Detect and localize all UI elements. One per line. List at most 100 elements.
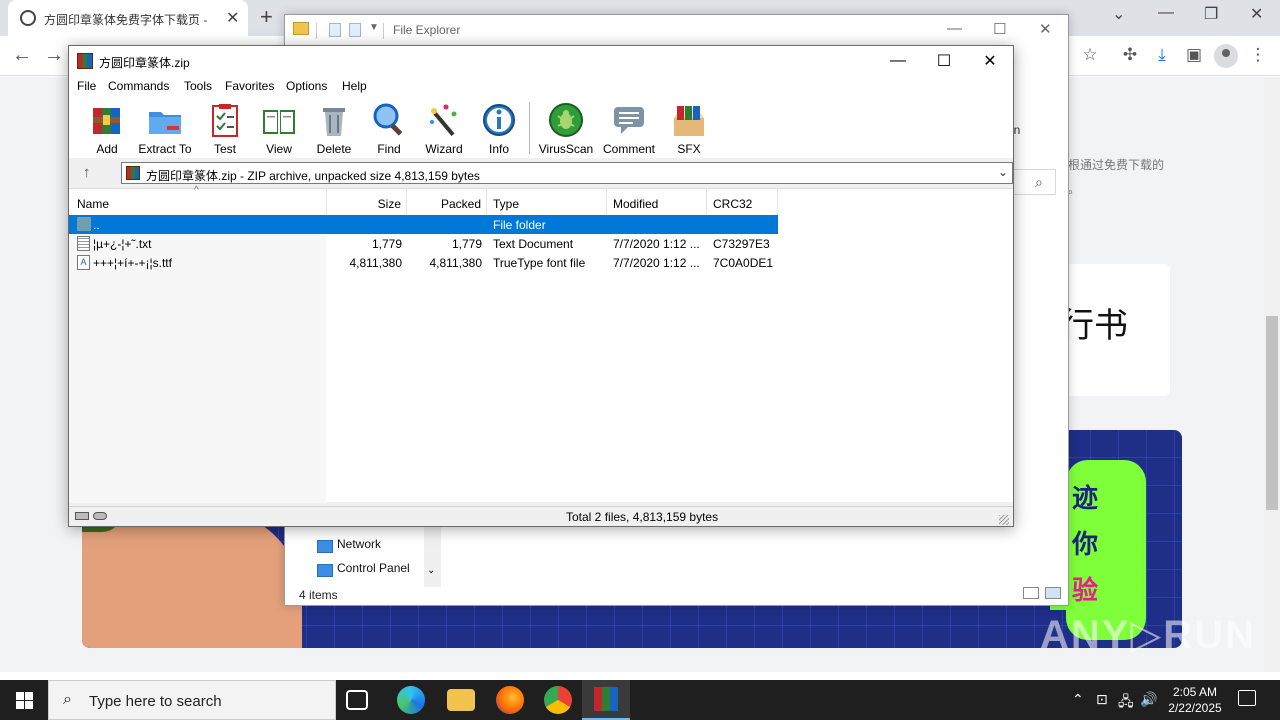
- menu-options[interactable]: Options: [286, 79, 327, 93]
- menu-tools[interactable]: Tools: [184, 79, 212, 93]
- explorer-title: File Explorer: [393, 23, 461, 37]
- page-scrollbar-thumb[interactable]: [1266, 316, 1278, 510]
- close-browser-icon[interactable]: ✕: [1250, 4, 1263, 24]
- notification-center-icon[interactable]: [1238, 690, 1256, 706]
- network-tray-icon[interactable]: 🖧: [1118, 691, 1134, 715]
- sfx-label: SFX: [677, 142, 701, 156]
- profile-avatar[interactable]: [1214, 44, 1238, 68]
- details-view-icon[interactable]: [1023, 587, 1039, 599]
- winrar-close-icon[interactable]: ✕: [967, 46, 1013, 76]
- virusscan-icon: [549, 103, 583, 137]
- file-list[interactable]: ^ Name Size Packed Type Modified CRC32 .…: [69, 185, 1013, 503]
- banner-char-2: 你: [1072, 529, 1099, 559]
- menu-dots-icon[interactable]: ⋮: [1248, 45, 1268, 65]
- table-row[interactable]: A +++¦+í+-+¡¦s.ttf 4,811,380 4,811,380 T…: [69, 253, 778, 272]
- firefox-icon[interactable]: [496, 686, 524, 714]
- page-text-dot: 。: [1068, 182, 1081, 196]
- virusscan-button[interactable]: VirusScan: [536, 100, 596, 156]
- explorer-minimize-icon[interactable]: —: [947, 20, 962, 37]
- new-folder-icon[interactable]: [349, 23, 361, 37]
- windows-logo-icon: [16, 692, 24, 700]
- file-crc32: 7C0A0DE1: [713, 256, 774, 270]
- archive-path-field[interactable]: 方圆印章篆体.zip - ZIP archive, unpacked size …: [121, 162, 1013, 184]
- scroll-down-icon[interactable]: ⌄: [427, 565, 435, 576]
- info-button[interactable]: Info: [469, 100, 529, 156]
- bookmark-star-icon[interactable]: ☆: [1080, 45, 1100, 65]
- drive-icon[interactable]: [75, 512, 89, 520]
- file-explorer-taskbar-icon[interactable]: [447, 689, 475, 711]
- chrome-icon[interactable]: [544, 686, 572, 714]
- properties-icon[interactable]: [329, 23, 341, 37]
- taskbar-search-box[interactable]: ⌕ Type here to search: [48, 680, 336, 720]
- path-dropdown-icon[interactable]: ⌄: [998, 165, 1008, 179]
- winrar-maximize-icon[interactable]: ☐: [921, 46, 967, 76]
- view-icon: [263, 110, 295, 134]
- file-size: 4,811,380: [349, 256, 403, 270]
- people-icon[interactable]: ⊡: [1096, 691, 1108, 708]
- back-icon[interactable]: ←: [12, 44, 32, 67]
- file-name: +++¦+í+-+¡¦s.ttf: [93, 256, 172, 270]
- edge-icon[interactable]: [397, 686, 425, 714]
- side-panel-icon[interactable]: ▣: [1184, 45, 1204, 65]
- show-hidden-icons[interactable]: ⌃: [1072, 691, 1084, 708]
- winrar-titlebar: 方圆印章篆体.zip — ☐ ✕: [69, 46, 1013, 76]
- titlebar-separator: [383, 23, 384, 39]
- table-row[interactable]: ¦µ+¿-¦+˜.txt 1,779 1,779 Text Document 7…: [69, 234, 778, 253]
- menu-favorites[interactable]: Favorites: [225, 79, 274, 93]
- winrar-taskbar-icon: [594, 687, 618, 711]
- resize-grip[interactable]: [999, 515, 1009, 525]
- explorer-close-icon[interactable]: ✕: [1039, 20, 1052, 38]
- nav-pane-scrollbar[interactable]: ⌄: [424, 525, 441, 587]
- column-header-packed[interactable]: Packed: [407, 189, 487, 215]
- column-header-size[interactable]: Size: [327, 189, 407, 215]
- up-one-level-icon[interactable]: ↑: [83, 164, 91, 181]
- restore-browser-icon[interactable]: ❐: [1204, 4, 1218, 24]
- network-icon: [317, 540, 333, 553]
- forward-icon[interactable]: →: [44, 44, 64, 67]
- minimize-browser-icon[interactable]: —: [1158, 4, 1174, 22]
- clock-time: 2:05 AM: [1172, 685, 1218, 699]
- search-icon: ⌕: [1035, 174, 1043, 190]
- explorer-search-box[interactable]: ⌕: [1012, 169, 1056, 195]
- winrar-window[interactable]: 方圆印章篆体.zip — ☐ ✕ File Commands Tools Fav…: [68, 45, 1014, 527]
- tab-search-icon[interactable]: ⌄: [1112, 4, 1125, 24]
- large-icons-view-icon[interactable]: [1045, 587, 1061, 599]
- column-header-crc32[interactable]: CRC32: [707, 189, 778, 215]
- file-packed-size: 4,811,380: [429, 256, 483, 270]
- downloads-icon[interactable]: ⤓: [1152, 45, 1172, 65]
- column-header-name[interactable]: Name: [69, 189, 327, 215]
- search-icon: ⌕: [63, 691, 72, 708]
- winrar-taskbar-button[interactable]: [582, 680, 630, 720]
- column-header-name-label: Name: [77, 197, 110, 211]
- column-header-crc32-label: CRC32: [713, 197, 753, 211]
- extensions-icon[interactable]: ✣: [1120, 45, 1140, 65]
- menu-help[interactable]: Help: [342, 79, 367, 93]
- nav-item-control-panel[interactable]: Control Panel: [337, 561, 410, 575]
- archive-icon: [126, 166, 140, 180]
- column-header-modified[interactable]: Modified: [607, 189, 707, 215]
- column-header-type[interactable]: Type: [487, 189, 607, 215]
- explorer-maximize-icon[interactable]: ☐: [993, 20, 1006, 38]
- menu-commands[interactable]: Commands: [108, 79, 169, 93]
- column-header-packed-label: Packed: [440, 197, 481, 211]
- file-modified: 7/7/2020 1:12 ...: [613, 237, 700, 251]
- menu-file[interactable]: File: [77, 79, 96, 93]
- task-view-icon[interactable]: [346, 690, 368, 710]
- sfx-icon: [674, 106, 704, 136]
- file-size: 1,779: [371, 237, 402, 251]
- browser-tab[interactable]: 方圆印章篆体免费字体下载页 - ✕: [8, 0, 248, 36]
- key-icon[interactable]: [93, 512, 107, 520]
- close-tab-icon[interactable]: ✕: [226, 8, 239, 28]
- quick-access-dropdown-icon[interactable]: ▼: [369, 22, 379, 33]
- site-favicon-icon: [20, 10, 36, 26]
- start-button[interactable]: [16, 692, 33, 709]
- system-clock[interactable]: 2:05 AM 2/22/2025: [1150, 684, 1240, 716]
- taskbar: ⌕ Type here to search ⌃ ⊡ 🖧 🔊 2:05 AM 2/…: [0, 680, 1280, 720]
- winrar-minimize-icon[interactable]: —: [875, 46, 921, 76]
- table-row-parent-folder[interactable]: .. File folder: [69, 215, 778, 234]
- titlebar-separator: [316, 23, 317, 39]
- nav-item-network[interactable]: Network: [337, 537, 381, 551]
- sfx-button[interactable]: SFX: [659, 100, 719, 156]
- new-tab-icon[interactable]: +: [260, 4, 273, 30]
- find-icon: [373, 103, 403, 136]
